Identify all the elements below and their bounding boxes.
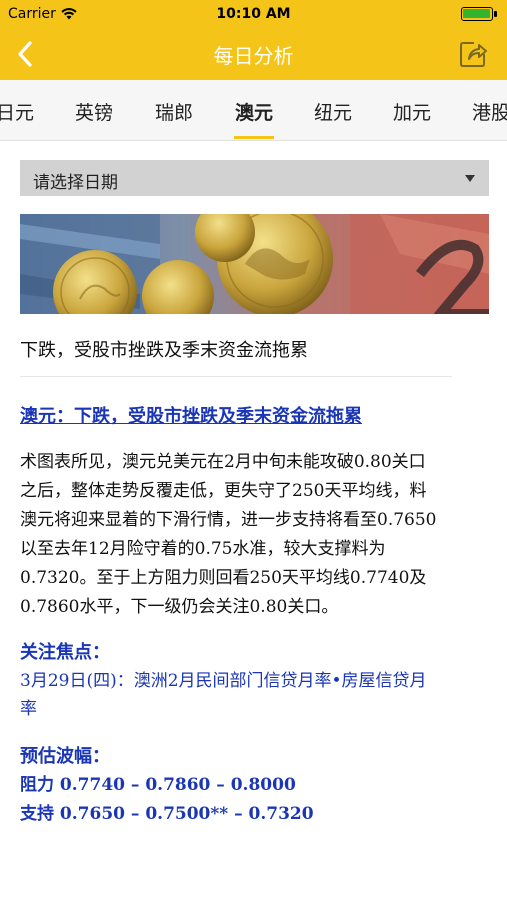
focus-line: 率 (20, 699, 37, 719)
focus-heading: 关注焦点： (20, 642, 110, 663)
tab-hk-stocks[interactable]: 港股 (472, 98, 507, 125)
body-line: 之后，整体走势反覆走低，更失守了250天平均线，料 (20, 481, 427, 501)
currency-tab-bar: 日元 英镑 瑞郎 澳元 纽元 加元 港股 (0, 80, 507, 141)
focus-line: 3月29日(四)：澳洲2月民间部门信贷月率•房屋信贷月 (20, 671, 427, 691)
tab-cad[interactable]: 加元 (393, 98, 431, 125)
page-title: 每日分析 (213, 44, 294, 68)
tab-jpy[interactable]: 日元 (0, 98, 34, 125)
share-icon[interactable] (457, 38, 489, 70)
body-line: 0.7320。至于上方阻力则回看250天平均线0.7740及 (20, 568, 427, 588)
body-line: 术图表所见，澳元兑美元在2月中旬未能攻破0.80关口 (20, 452, 426, 472)
divider (20, 376, 452, 377)
tab-gbp[interactable]: 英镑 (75, 98, 113, 125)
date-select[interactable]: 请选择日期 (20, 160, 489, 196)
navigation-bar: 每日分析 (0, 28, 507, 80)
battery-icon (461, 7, 499, 21)
article-title-link[interactable]: 澳元：下跌，受股市挫跌及季末资金流拖累 (20, 402, 362, 428)
body-line: 0.7860水平，下一级仍会关注0.80关口。 (20, 597, 339, 617)
currency-banner-image (20, 214, 489, 314)
support-levels: 支持 0.7650 – 0.7500** – 0.7320 (20, 804, 314, 824)
body-line: 澳元将迎来显着的下滑行情，进一步支持将看至0.7650 (20, 510, 437, 530)
active-tab-indicator (234, 136, 274, 139)
body-line: 以至去年12月险守着的0.75水准，较大支撑料为 (20, 539, 386, 559)
resistance-levels: 阻力 0.7740 – 0.7860 – 0.8000 (20, 775, 296, 795)
tab-nzd[interactable]: 纽元 (314, 98, 352, 125)
status-bar: Carrier 10:10 AM (0, 0, 507, 28)
tab-chf[interactable]: 瑞郎 (155, 98, 193, 125)
article-headline: 下跌，受股市挫跌及季末资金流拖累 (20, 340, 308, 361)
date-select-label: 请选择日期 (33, 173, 118, 193)
status-time: 10:10 AM (216, 6, 291, 22)
dropdown-arrow-icon (465, 175, 475, 182)
tab-aud[interactable]: 澳元 (235, 98, 273, 125)
article-body: 术图表所见，澳元兑美元在2月中旬未能攻破0.80关口 之后，整体走势反覆走低，更… (20, 448, 490, 622)
range-heading: 预估波幅： (20, 746, 110, 767)
